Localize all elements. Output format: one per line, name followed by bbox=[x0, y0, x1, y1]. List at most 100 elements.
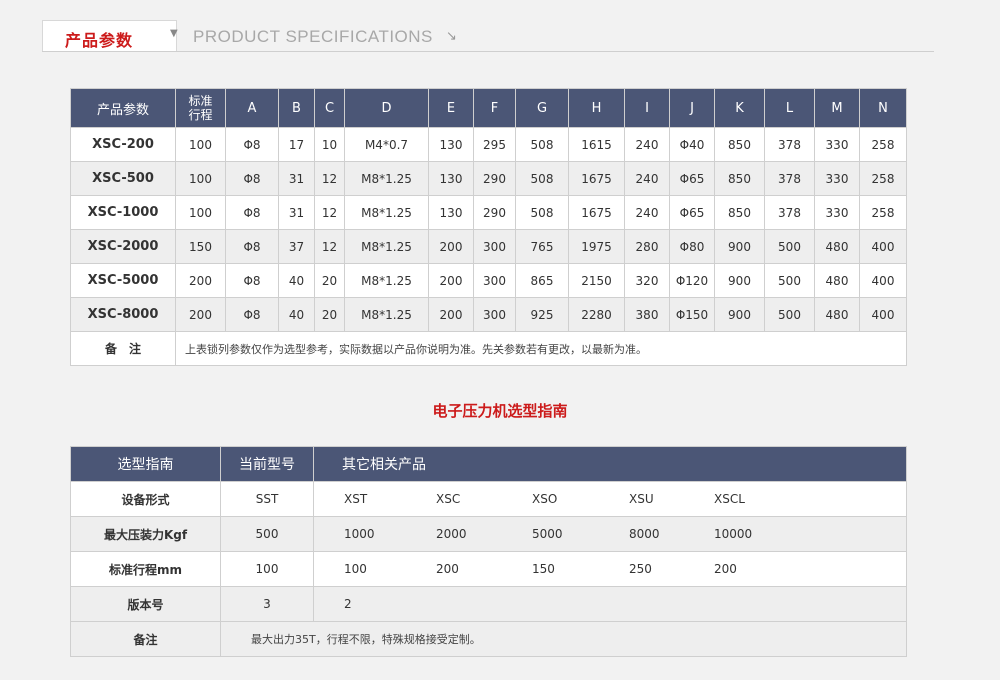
spec-cell: 300 bbox=[473, 263, 516, 298]
spec-cell: 900 bbox=[714, 263, 765, 298]
current-model-cell: 3 bbox=[220, 586, 314, 622]
spec-cell: M8*1.25 bbox=[344, 161, 429, 196]
selection-guide-table: 选型指南 当前型号 其它相关产品 设备形式 SST XST XSC XSO XSU XSCL… bbox=[70, 446, 907, 657]
row-label: 设备形式 bbox=[70, 481, 221, 517]
spec-cell: 400 bbox=[859, 229, 907, 264]
spec-header-cell: J bbox=[669, 88, 715, 128]
spec-cell: 850 bbox=[714, 161, 765, 196]
spec-cell: 200 bbox=[428, 229, 474, 264]
spec-cell: M8*1.25 bbox=[344, 195, 429, 230]
guide-title: 电子压力机选型指南 bbox=[432, 402, 568, 420]
spec-cell: Φ8 bbox=[225, 263, 279, 298]
model-cell: XSC-200 bbox=[70, 127, 176, 162]
guide-header-cell: 选型指南 bbox=[70, 446, 221, 482]
related-product-value: 250 bbox=[629, 562, 652, 576]
model-cell: XSC-500 bbox=[70, 161, 176, 196]
spec-header-cell: H bbox=[568, 88, 625, 128]
spec-cell: Φ65 bbox=[669, 195, 715, 230]
section-title: 产品参数 bbox=[65, 31, 134, 50]
note-label: 备注 bbox=[70, 331, 176, 366]
spec-header-cell: 产品参数 bbox=[70, 88, 176, 128]
model-cell: XSC-8000 bbox=[70, 297, 176, 332]
spec-cell: Φ8 bbox=[225, 161, 279, 196]
spec-cell: 280 bbox=[624, 229, 670, 264]
spec-cell: 500 bbox=[764, 297, 815, 332]
spec-cell: 290 bbox=[473, 195, 516, 230]
spec-cell: 290 bbox=[473, 161, 516, 196]
note-row: 备注 最大出力35T，行程不限，特殊规格接受定制。 bbox=[70, 621, 907, 657]
spec-cell: 850 bbox=[714, 127, 765, 162]
spec-cell: 380 bbox=[624, 297, 670, 332]
table-row: XSC-1000 100 Φ8 31 12 M8*1.25 130 290 508 1675 240… bbox=[70, 195, 907, 230]
note-text: 最大出力35T，行程不限，特殊规格接受定制。 bbox=[220, 621, 907, 657]
spec-cell: 320 bbox=[624, 263, 670, 298]
spec-cell: 1615 bbox=[568, 127, 625, 162]
spec-table: 产品参数 标准 行程 A B C D E F G H I J K L M N X… bbox=[70, 88, 907, 366]
header-divider bbox=[42, 51, 934, 52]
related-product-value: XSCL bbox=[714, 492, 745, 506]
spec-header-cell: M bbox=[814, 88, 860, 128]
section-subtitle: PRODUCT SPECIFICATIONS bbox=[193, 27, 433, 46]
spec-cell: 20 bbox=[314, 263, 345, 298]
spec-cell: Φ8 bbox=[225, 195, 279, 230]
spec-cell: 900 bbox=[714, 229, 765, 264]
spec-cell: 400 bbox=[859, 263, 907, 298]
spec-cell: 37 bbox=[278, 229, 315, 264]
related-product-value: XSO bbox=[532, 492, 558, 506]
spec-header-cell: C bbox=[314, 88, 345, 128]
spec-cell: 508 bbox=[515, 161, 569, 196]
spec-cell: M8*1.25 bbox=[344, 263, 429, 298]
related-product-value: XST bbox=[344, 492, 368, 506]
row-label: 版本号 bbox=[70, 586, 221, 622]
spec-cell: Φ65 bbox=[669, 161, 715, 196]
spec-cell: 12 bbox=[314, 229, 345, 264]
spec-cell: 240 bbox=[624, 127, 670, 162]
spec-cell: 925 bbox=[515, 297, 569, 332]
spec-cell: 100 bbox=[175, 127, 226, 162]
spec-cell: Φ80 bbox=[669, 229, 715, 264]
related-product-value: 200 bbox=[436, 562, 459, 576]
spec-header-cell: B bbox=[278, 88, 315, 128]
spec-cell: Φ150 bbox=[669, 297, 715, 332]
spec-cell: 150 bbox=[175, 229, 226, 264]
related-product-value: 8000 bbox=[629, 527, 660, 541]
guide-header-cell: 当前型号 bbox=[220, 446, 314, 482]
related-products-cell: XST XSC XSO XSU XSCL bbox=[313, 481, 907, 517]
spec-cell: 40 bbox=[278, 263, 315, 298]
spec-cell: 765 bbox=[515, 229, 569, 264]
spec-cell: 12 bbox=[314, 161, 345, 196]
current-model-cell: SST bbox=[220, 481, 314, 517]
spec-cell: 500 bbox=[764, 229, 815, 264]
related-product-value: 5000 bbox=[532, 527, 563, 541]
spec-cell: 508 bbox=[515, 127, 569, 162]
related-product-value: 2000 bbox=[436, 527, 467, 541]
spec-cell: 31 bbox=[278, 161, 315, 196]
guide-header-row: 选型指南 当前型号 其它相关产品 bbox=[70, 446, 907, 482]
spec-cell: Φ8 bbox=[225, 229, 279, 264]
spec-cell: 258 bbox=[859, 195, 907, 230]
spec-header-cell-stroke: 标准 行程 bbox=[175, 88, 226, 128]
spec-cell: 17 bbox=[278, 127, 315, 162]
spec-cell: 12 bbox=[314, 195, 345, 230]
spec-cell: 2280 bbox=[568, 297, 625, 332]
model-cell: XSC-1000 bbox=[70, 195, 176, 230]
table-row: 标准行程mm 100 100 200 150 250 200 bbox=[70, 551, 907, 587]
spec-cell: 300 bbox=[473, 229, 516, 264]
spec-cell: 330 bbox=[814, 127, 860, 162]
spec-cell: M8*1.25 bbox=[344, 297, 429, 332]
spec-cell: 130 bbox=[428, 127, 474, 162]
spec-cell: 1975 bbox=[568, 229, 625, 264]
spec-header-cell: L bbox=[764, 88, 815, 128]
current-model-cell: 500 bbox=[220, 516, 314, 552]
spec-cell: 378 bbox=[764, 195, 815, 230]
spec-cell: 378 bbox=[764, 127, 815, 162]
note-label: 备注 bbox=[70, 621, 221, 657]
table-row: XSC-200 100 Φ8 17 10 M4*0.7 130 295 508 1615 240 Φ4… bbox=[70, 127, 907, 162]
row-label: 最大压装力Kgf bbox=[70, 516, 221, 552]
spec-header-cell: I bbox=[624, 88, 670, 128]
spec-cell: 20 bbox=[314, 297, 345, 332]
guide-header-cell: 其它相关产品 bbox=[313, 446, 907, 482]
spec-cell: 508 bbox=[515, 195, 569, 230]
related-product-value: 200 bbox=[714, 562, 737, 576]
spec-header-cell: G bbox=[515, 88, 569, 128]
